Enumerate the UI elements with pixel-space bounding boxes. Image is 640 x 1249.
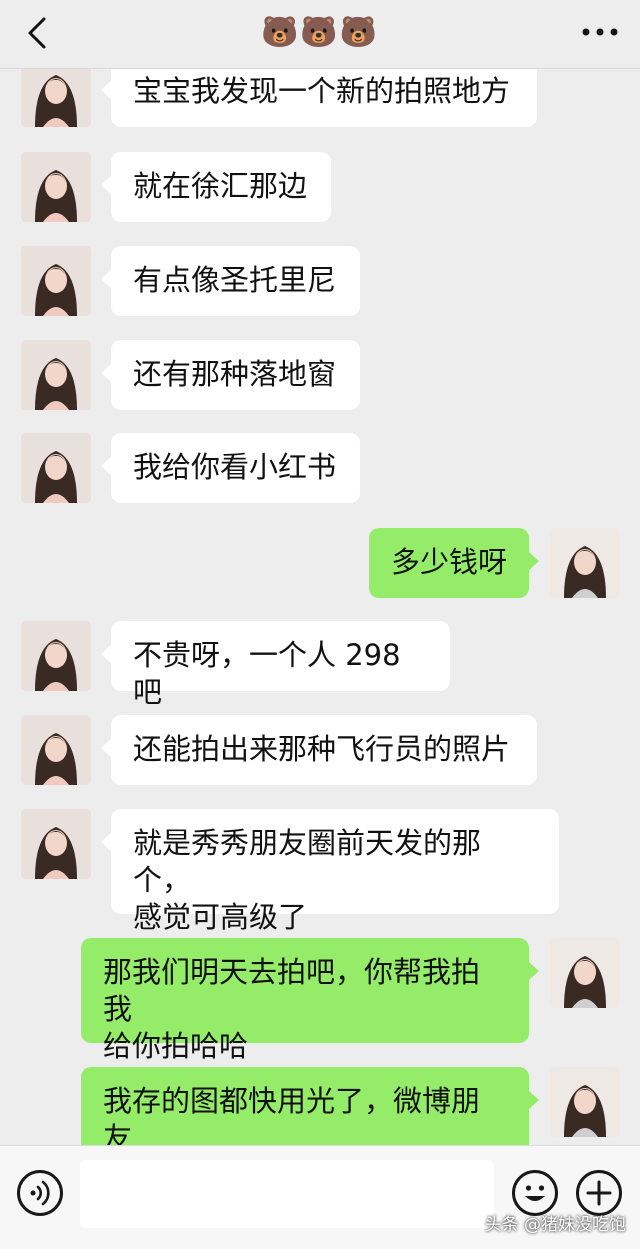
self-avatar[interactable] xyxy=(550,1067,620,1137)
message-list[interactable]: 宝宝我发现一个新的拍照地方 就在徐汇那边 有点像圣托里尼 还有那种落地窗 我给你… xyxy=(0,69,640,1145)
contact-avatar[interactable] xyxy=(21,809,91,879)
contact-avatar[interactable] xyxy=(21,340,91,410)
chat-title: 🐻🐻🐻 xyxy=(260,15,380,50)
watermark: 头条 @猪妹没吃饱 xyxy=(484,1215,626,1235)
chat-header: 🐻🐻🐻 xyxy=(0,0,640,69)
message-bubble[interactable]: 那我们明天去拍吧，你帮我拍我 给你拍哈哈 xyxy=(81,938,539,1063)
message-input[interactable] xyxy=(80,1160,494,1228)
message-bubble[interactable]: 还有那种落地窗 xyxy=(101,340,360,410)
contact-avatar[interactable] xyxy=(21,152,91,222)
contact-avatar[interactable] xyxy=(21,69,91,127)
contact-avatar[interactable] xyxy=(21,246,91,316)
message-bubble[interactable]: 我存的图都快用光了，微博朋友 圈不知道发啥了 xyxy=(81,1067,539,1145)
message-bubble[interactable]: 我给你看小红书 xyxy=(101,433,360,503)
contact-avatar[interactable] xyxy=(21,715,91,785)
contact-avatar[interactable] xyxy=(21,433,91,503)
voice-input-icon[interactable] xyxy=(17,1170,63,1216)
contact-avatar[interactable] xyxy=(21,621,91,691)
message-bubble[interactable]: 就在徐汇那边 xyxy=(101,152,331,222)
input-bar: 头条 @猪妹没吃饱 xyxy=(0,1145,640,1249)
message-bubble[interactable]: 宝宝我发现一个新的拍照地方 xyxy=(101,69,537,127)
message-bubble[interactable]: 不贵呀，一个人 298吧 xyxy=(101,621,450,709)
more-options-icon[interactable] xyxy=(580,22,620,42)
message-bubble[interactable]: 还能拍出来那种飞行员的照片 xyxy=(101,715,537,785)
self-avatar[interactable] xyxy=(550,528,620,598)
message-bubble[interactable]: 就是秀秀朋友圈前天发的那个， 感觉可高级了 xyxy=(101,809,559,934)
message-bubble[interactable]: 有点像圣托里尼 xyxy=(101,246,360,316)
message-bubble[interactable]: 多少钱呀 xyxy=(369,528,539,598)
self-avatar[interactable] xyxy=(550,938,620,1008)
